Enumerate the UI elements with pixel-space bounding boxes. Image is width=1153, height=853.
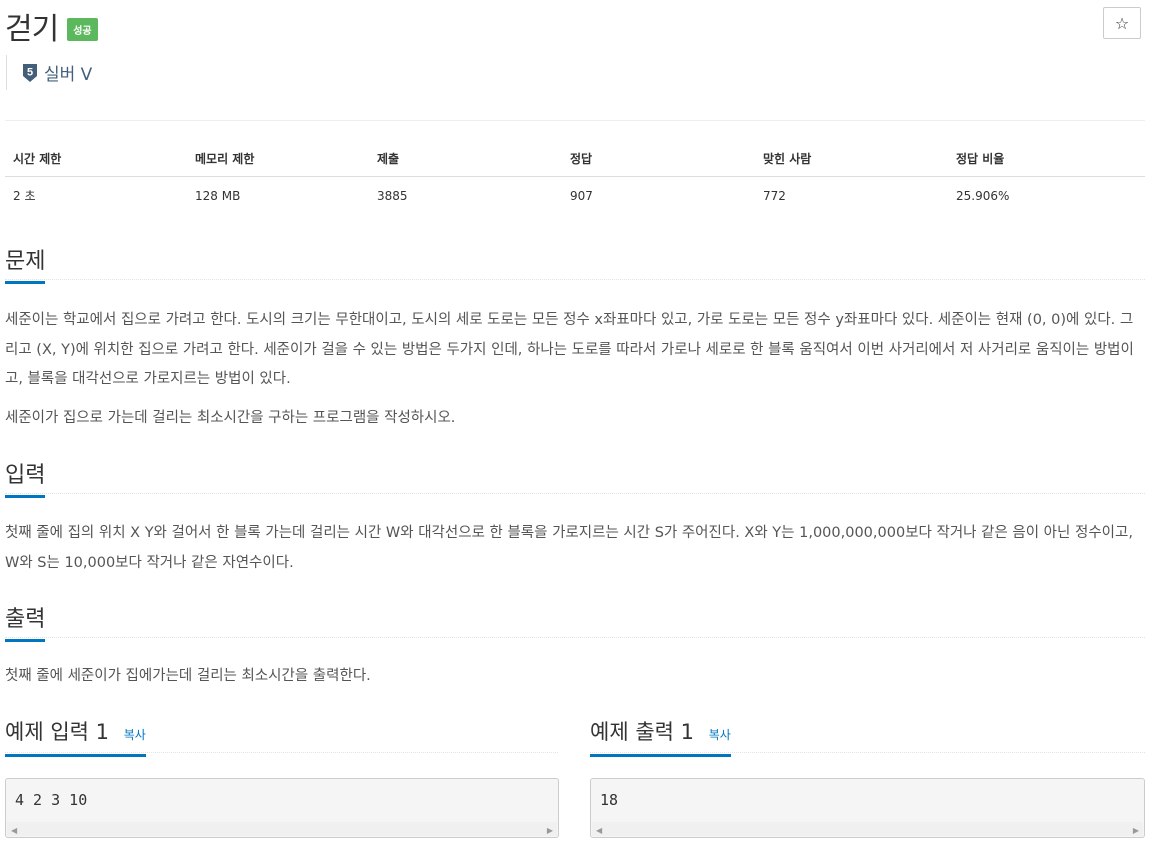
header-ratio: 정답 비율 — [948, 140, 1145, 177]
time-limit-value: 2 초 — [13, 189, 36, 203]
input-section-title: 입력 — [5, 457, 46, 498]
silver-tier-icon: 5 — [23, 63, 37, 82]
sample-output-code: 18 — [600, 791, 619, 809]
problem-info-table: 시간 제한 메모리 제한 제출 정답 맞힌 사람 정답 비율 2 초 128 M… — [5, 140, 1145, 212]
star-icon: ☆ — [1114, 13, 1130, 33]
sample-output-header: 예제 출력 1 복사 — [590, 716, 1145, 757]
star-button[interactable]: ☆ — [1103, 7, 1141, 39]
header-accepted: 정답 — [562, 140, 755, 177]
horizontal-scrollbar[interactable] — [7, 822, 557, 836]
horizontal-scrollbar[interactable] — [592, 822, 1143, 836]
tier-label[interactable]: 실버 V — [44, 60, 92, 85]
sample-input-code: 4 2 3 10 — [15, 791, 88, 809]
accepted-value: 907 — [570, 188, 593, 203]
scroll-right-icon[interactable]: ▶ — [1133, 826, 1139, 835]
sample-output-box[interactable]: 18 ◀ ▶ — [590, 778, 1145, 838]
submissions-value: 3885 — [377, 188, 408, 203]
sample-input-header: 예제 입력 1 복사 — [5, 716, 558, 757]
output-section-title: 출력 — [5, 601, 46, 642]
scroll-left-icon[interactable]: ◀ — [596, 826, 602, 835]
header-submissions: 제출 — [369, 140, 562, 177]
input-section-header: 입력 — [5, 457, 1145, 498]
scroll-right-icon[interactable]: ▶ — [547, 826, 553, 835]
sample-input-box[interactable]: 4 2 3 10 ◀ ▶ — [5, 778, 559, 838]
scroll-left-icon[interactable]: ◀ — [11, 826, 17, 835]
tier-info: 5 실버 V — [6, 55, 92, 90]
solvers-value: 772 — [763, 188, 786, 203]
input-description: 첫째 줄에 집의 위치 X Y와 걸어서 한 블록 가는데 걸리는 시간 W와 … — [5, 525, 1133, 571]
problem-description-2: 세준이가 집으로 가는데 걸리는 최소시간을 구하는 프로그램을 작성하시오. — [5, 410, 456, 426]
sample-input-title: 예제 입력 1 복사 — [5, 716, 146, 757]
title-row: 걷기 성공 — [5, 4, 98, 48]
header-time-limit: 시간 제한 — [5, 140, 187, 177]
header-solvers: 맞힌 사람 — [755, 140, 948, 177]
memory-limit-value: 128 MB — [195, 188, 241, 203]
ratio-value: 25.906% — [956, 188, 1010, 203]
page-title: 걷기 — [5, 12, 59, 47]
table-row: 2 초 128 MB 3885 907 772 25.906% — [5, 177, 1145, 213]
output-description: 첫째 줄에 세준이가 집에가는데 걸리는 최소시간을 출력한다. — [5, 668, 371, 684]
copy-sample-input-button[interactable]: 복사 — [124, 728, 146, 742]
copy-sample-output-button[interactable]: 복사 — [709, 728, 731, 742]
status-badge: 성공 — [67, 17, 98, 41]
header-memory-limit: 메모리 제한 — [187, 140, 369, 177]
output-section-header: 출력 — [5, 601, 1145, 642]
problem-page: 걷기 성공 ☆ 5 실버 V 시간 제한 메모리 제한 제출 정답 맞힌 사람 … — [0, 0, 1153, 853]
table-header-row: 시간 제한 메모리 제한 제출 정답 맞힌 사람 정답 비율 — [5, 140, 1145, 177]
problem-section-header: 문제 — [5, 243, 1145, 284]
svg-text:5: 5 — [27, 66, 33, 78]
problem-section-title: 문제 — [5, 243, 46, 284]
problem-description: 세준이는 학교에서 집으로 가려고 한다. 도시의 크기는 무한대이고, 도시의… — [5, 312, 1134, 387]
divider — [5, 120, 1145, 121]
sample-output-title: 예제 출력 1 복사 — [590, 716, 731, 757]
